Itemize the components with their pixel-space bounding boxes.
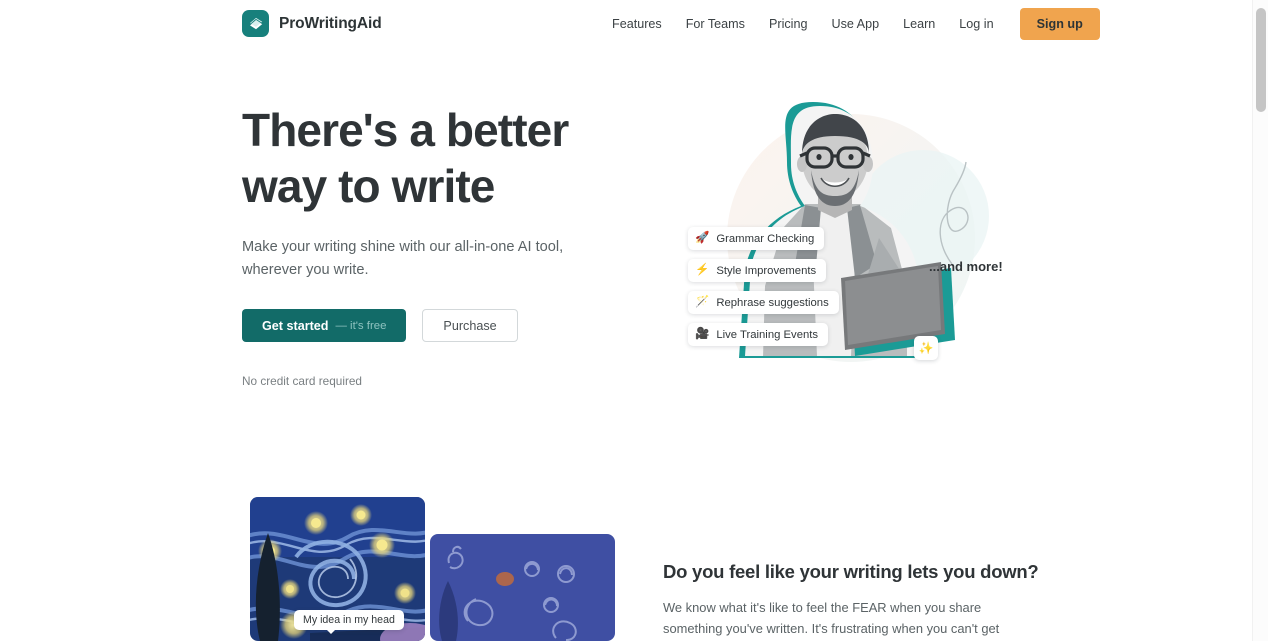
nav-link-pricing[interactable]: Pricing bbox=[757, 11, 820, 37]
lower-copy: Do you feel like your writing lets you d… bbox=[663, 561, 1039, 641]
feature-card-label: Rephrase suggestions bbox=[716, 296, 829, 309]
feature-card-label: Grammar Checking bbox=[716, 232, 815, 245]
movie-camera-icon: 🎥 bbox=[695, 327, 710, 340]
purchase-button[interactable]: Purchase bbox=[422, 309, 518, 342]
stacked-pages-icon bbox=[242, 10, 269, 37]
no-credit-card-note: No credit card required bbox=[242, 374, 362, 388]
feature-card-label: Live Training Events bbox=[716, 328, 819, 341]
lightning-bolt-icon: ⚡ bbox=[695, 263, 710, 276]
hero-subtitle: Make your writing shine with our all-in-… bbox=[242, 239, 564, 278]
magic-wand-icon: 🪄 bbox=[695, 295, 710, 308]
feature-card-list: 🚀 Grammar Checking ⚡ Style Improvements … bbox=[688, 227, 839, 346]
main-nav: Features For Teams Pricing Use App Learn… bbox=[600, 0, 1100, 48]
hero-illustration: 🚀 Grammar Checking ⚡ Style Improvements … bbox=[655, 88, 1025, 388]
writing-lets-you-down-section: My idea in my head Do you feel like your… bbox=[0, 497, 1252, 641]
nav-link-learn[interactable]: Learn bbox=[891, 11, 947, 37]
rocket-icon: 🚀 bbox=[695, 231, 710, 244]
and-more-label: ...and more! bbox=[929, 259, 1003, 274]
my-idea-label: My idea in my head bbox=[294, 610, 404, 634]
scrollbar-thumb[interactable] bbox=[1256, 8, 1266, 112]
simplified-sketch-version bbox=[430, 534, 615, 641]
feature-card-label: Style Improvements bbox=[716, 264, 817, 277]
get-started-label: Get started bbox=[262, 318, 329, 333]
sign-up-button[interactable]: Sign up bbox=[1019, 8, 1100, 40]
feature-card-grammar-checking[interactable]: 🚀 Grammar Checking bbox=[688, 227, 825, 250]
hero-section: There's a better way to write Make your … bbox=[0, 88, 1252, 418]
hero-title-line-1: There's a better bbox=[242, 104, 569, 156]
feature-card-rephrase-suggestions[interactable]: 🪄 Rephrase suggestions bbox=[688, 291, 839, 314]
section-heading: Do you feel like your writing lets you d… bbox=[663, 561, 1039, 582]
brand-name: ProWritingAid bbox=[279, 14, 382, 32]
get-started-free-note: — it's free bbox=[335, 319, 387, 332]
nav-link-features[interactable]: Features bbox=[600, 11, 674, 37]
section-body-text: We know what it's like to feel the FEAR … bbox=[663, 600, 1000, 636]
page-title: There's a better way to write bbox=[242, 102, 582, 214]
page-scrollbar[interactable] bbox=[1252, 0, 1268, 641]
feature-card-style-improvements[interactable]: ⚡ Style Improvements bbox=[688, 259, 827, 282]
hero-copy: There's a better way to write Make your … bbox=[242, 102, 642, 388]
nav-link-log-in[interactable]: Log in bbox=[947, 11, 1005, 37]
feature-card-live-training-events[interactable]: 🎥 Live Training Events bbox=[688, 323, 829, 346]
nav-link-for-teams[interactable]: For Teams bbox=[674, 11, 757, 37]
sparkles-icon: ✨ bbox=[914, 336, 938, 360]
hero-actions: Get started — it's free Purchase bbox=[242, 309, 642, 342]
brand-logo-link[interactable]: ProWritingAid bbox=[242, 10, 382, 37]
nav-link-use-app[interactable]: Use App bbox=[819, 11, 891, 37]
hero-title-line-2: way to write bbox=[242, 160, 495, 212]
site-header: ProWritingAid Features For Teams Pricing… bbox=[0, 0, 1252, 48]
get-started-button[interactable]: Get started — it's free bbox=[242, 309, 407, 342]
starry-night-comparison-art: My idea in my head bbox=[250, 497, 625, 641]
page-root: ProWritingAid Features For Teams Pricing… bbox=[0, 0, 1268, 641]
